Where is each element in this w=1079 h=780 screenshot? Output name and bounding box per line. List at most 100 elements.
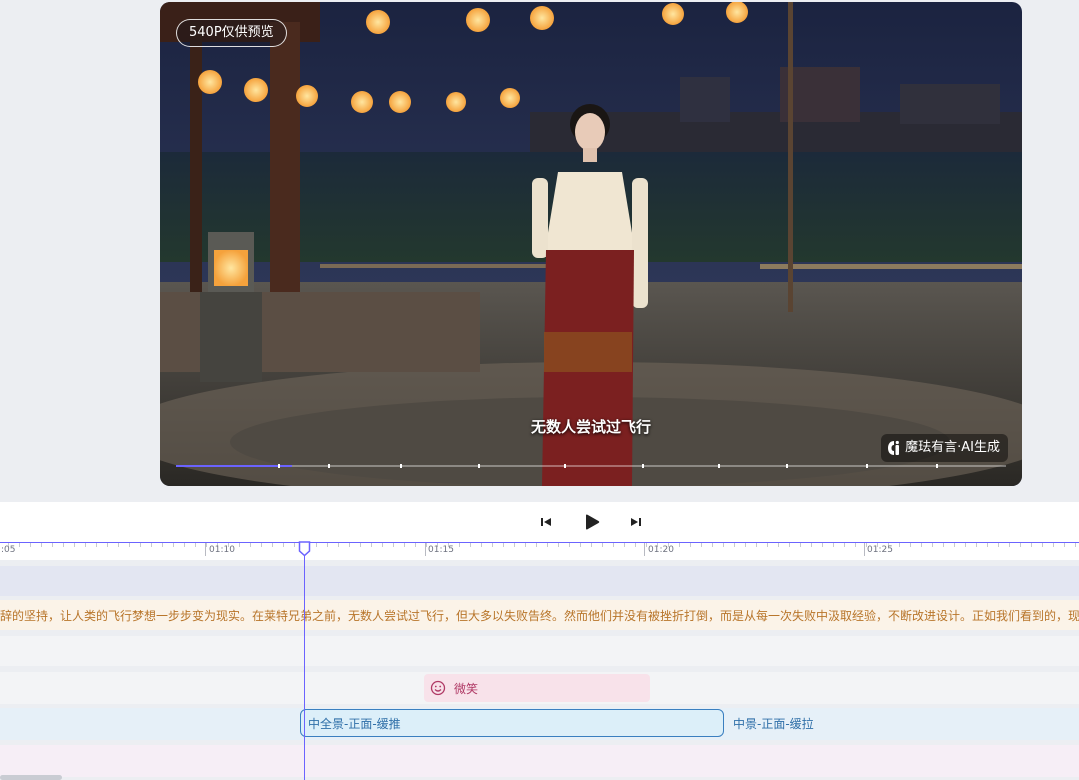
- ruler-tick-minor: [74, 543, 75, 547]
- timeline-ruler[interactable]: :05 01:10 01:15 01:20 01:25: [0, 542, 1079, 560]
- ruler-tick-minor: [624, 543, 625, 547]
- play-icon[interactable]: [583, 513, 601, 531]
- ruler-tick-minor: [976, 543, 977, 547]
- ruler-tick-minor: [514, 543, 515, 547]
- ruler-tick-minor: [536, 543, 537, 547]
- ruler-tick-minor: [767, 543, 768, 547]
- ruler-tick-minor: [833, 543, 834, 547]
- ruler-tick-minor: [789, 543, 790, 547]
- ruler-tick-minor: [745, 543, 746, 547]
- ruler-tick-minor: [107, 543, 108, 547]
- ruler-tick-minor: [1031, 543, 1032, 547]
- ruler-tick-minor: [855, 543, 856, 547]
- ruler-tick-minor: [415, 543, 416, 547]
- skip-back-icon[interactable]: [538, 514, 554, 530]
- player-controls: [0, 502, 1079, 542]
- segment-marker: [866, 464, 868, 468]
- watermark-text: 魔珐有言·AI生成: [905, 440, 1000, 455]
- segment-marker: [936, 464, 938, 468]
- ruler-tick-minor: [756, 543, 757, 547]
- script-text-clip[interactable]: 辞的坚持，让人类的飞行梦想一步步变为现实。在莱特兄弟之前，无数人尝试过飞行，但大…: [0, 607, 1079, 624]
- timeline-track-script[interactable]: 辞的坚持，让人类的飞行梦想一步步变为现实。在莱特兄弟之前，无数人尝试过飞行，但大…: [0, 600, 1079, 630]
- ruler-tick-minor: [569, 543, 570, 547]
- skip-forward-icon[interactable]: [628, 514, 644, 530]
- ruler-tick-minor: [129, 543, 130, 547]
- segment-marker: [718, 464, 720, 468]
- camera-clip[interactable]: 中景-正面-缓拉: [726, 709, 1079, 737]
- camera-clip-label: 中景-正面-缓拉: [733, 716, 814, 731]
- ruler-tick-minor: [921, 543, 922, 547]
- ruler-tick-minor: [140, 543, 141, 547]
- ruler-tick-minor: [338, 543, 339, 547]
- ruler-tick-minor: [195, 543, 196, 547]
- ruler-tick-minor: [602, 543, 603, 547]
- expression-clip[interactable]: 微笑: [424, 674, 650, 702]
- segment-marker: [400, 464, 402, 468]
- ruler-tick-minor: [492, 543, 493, 547]
- video-progress-bar[interactable]: [176, 464, 1006, 468]
- ruler-tick-minor: [63, 543, 64, 547]
- ruler-tick-minor: [1053, 543, 1054, 547]
- timeline-track-action[interactable]: [0, 636, 1079, 666]
- segment-marker: [478, 464, 480, 468]
- ruler-tick-minor: [30, 543, 31, 547]
- ruler-tick-minor: [1064, 543, 1065, 547]
- timeline-track-background[interactable]: [0, 566, 1079, 596]
- ruler-tick-minor: [481, 543, 482, 547]
- timeline-track-camera[interactable]: 中全景-正面-缓推 中景-正面-缓拉: [0, 708, 1079, 740]
- ruler-tick-minor: [426, 543, 427, 547]
- ruler-tick-minor: [118, 543, 119, 547]
- timeline-track-expression[interactable]: 微笑: [0, 672, 1079, 704]
- ruler-tick-major: [205, 543, 206, 556]
- ruler-tick-minor: [382, 543, 383, 547]
- ruler-tick-minor: [591, 543, 592, 547]
- ruler-tick-minor: [932, 543, 933, 547]
- ruler-tick-minor: [998, 543, 999, 547]
- ruler-tick-minor: [811, 543, 812, 547]
- ruler-tick-minor: [800, 543, 801, 547]
- segment-marker: [786, 464, 788, 468]
- ruler-tick-minor: [734, 543, 735, 547]
- ruler-tick-minor: [272, 543, 273, 547]
- ruler-tick-minor: [404, 543, 405, 547]
- ruler-tick-minor: [261, 543, 262, 547]
- ruler-tick-minor: [943, 543, 944, 547]
- preview-frame-image: [160, 2, 1022, 486]
- ruler-tick-minor: [283, 543, 284, 547]
- ruler-tick-minor: [965, 543, 966, 547]
- video-progress-fill: [176, 465, 293, 467]
- ruler-tick-minor: [525, 543, 526, 547]
- ruler-tick-minor: [250, 543, 251, 547]
- ruler-tick-minor: [635, 543, 636, 547]
- ruler-tick-minor: [712, 543, 713, 547]
- timeline-scrollbar[interactable]: [0, 775, 62, 780]
- video-preview[interactable]: 540P仅供预览 无数人尝试过飞行 魔珐有言·AI生成: [160, 2, 1022, 486]
- ruler-label: :05: [1, 545, 16, 555]
- ruler-tick-minor: [151, 543, 152, 547]
- ruler-tick-major: [644, 543, 645, 556]
- ai-watermark: 魔珐有言·AI生成: [881, 434, 1008, 462]
- ruler-tick-minor: [1009, 543, 1010, 547]
- ruler-label: 01:25: [867, 545, 893, 555]
- camera-clip-selected[interactable]: 中全景-正面-缓推: [300, 709, 724, 737]
- ruler-tick-minor: [646, 543, 647, 547]
- ruler-tick-minor: [899, 543, 900, 547]
- ruler-tick-minor: [52, 543, 53, 547]
- ruler-tick-minor: [41, 543, 42, 547]
- ruler-tick-minor: [987, 543, 988, 547]
- ruler-tick-minor: [822, 543, 823, 547]
- segment-marker: [278, 464, 280, 468]
- ruler-tick-minor: [327, 543, 328, 547]
- ruler-label: 01:20: [648, 545, 674, 555]
- ruler-label: 01:10: [209, 545, 235, 555]
- camera-clip-label: 中全景-正面-缓推: [308, 716, 401, 731]
- timeline-track-effects[interactable]: [0, 745, 1079, 777]
- ruler-tick-minor: [393, 543, 394, 547]
- ruler-tick-minor: [349, 543, 350, 547]
- smile-icon: [430, 680, 446, 696]
- ruler-tick-minor: [503, 543, 504, 547]
- ruler-tick-minor: [239, 543, 240, 547]
- segment-marker: [642, 464, 644, 468]
- playhead-handle[interactable]: [298, 541, 311, 557]
- ruler-tick-minor: [371, 543, 372, 547]
